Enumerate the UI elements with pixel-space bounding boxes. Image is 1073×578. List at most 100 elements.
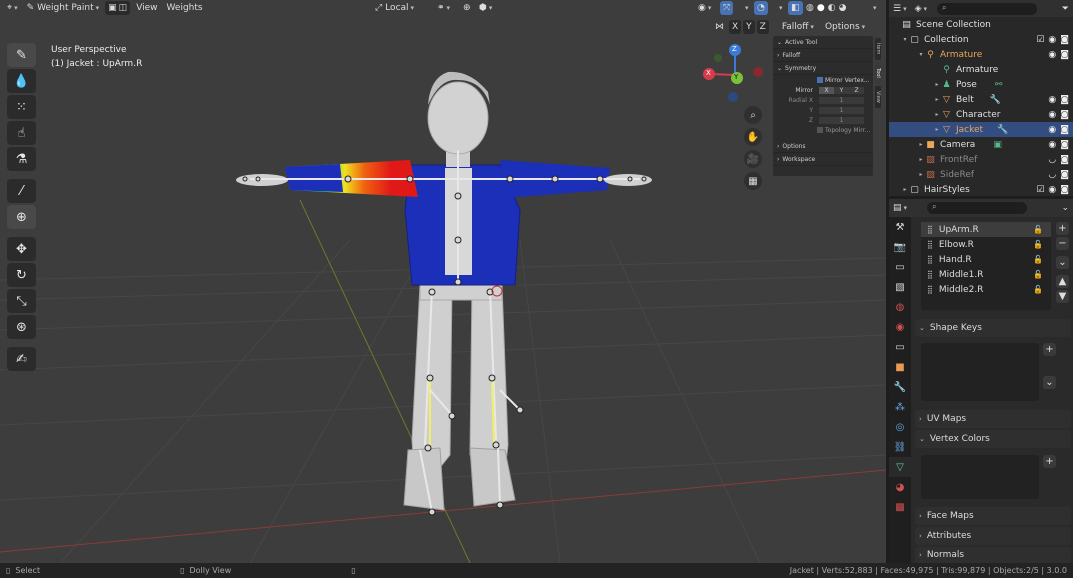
outliner-row-frontref[interactable]: ▸ ▨ FrontRef ◡ ◙ (889, 152, 1073, 167)
overlay-toggle[interactable]: ◔ (754, 1, 768, 15)
radial-z-field[interactable]: 1 (819, 116, 864, 124)
falloff-dropdown[interactable]: Falloff ▾ (779, 20, 817, 34)
tab-tool-props[interactable]: ⚒ (889, 217, 911, 237)
tab-object[interactable]: ■ (889, 357, 911, 377)
cursor-tool[interactable]: ⊕ (7, 205, 36, 229)
link-dropdown[interactable]: ⚭ ▾ (434, 1, 453, 15)
camera-icon[interactable]: ◙ (1060, 35, 1069, 45)
outliner-row-jacket[interactable]: ▸ ▽ Jacket 🔧 ◉ ◙ (889, 122, 1073, 137)
outliner-row-camera[interactable]: ▸ ■ Camera ▣ ◉ ◙ (889, 137, 1073, 152)
blur-tool[interactable]: 💧 (7, 69, 36, 93)
transform-tool[interactable]: ⊛ (7, 315, 36, 339)
tab-collection[interactable]: ▭ (889, 337, 911, 357)
chevron-down-icon[interactable]: ⌄ (1061, 203, 1069, 213)
annotate-tool[interactable]: ✍ (7, 347, 36, 371)
topology-mirror-row[interactable]: Topology Mirr... (773, 125, 873, 135)
camera-icon[interactable]: ◙ (1060, 185, 1069, 195)
eye-icon[interactable]: ◉ (1048, 35, 1056, 45)
tab-texture[interactable]: ▩ (889, 497, 911, 517)
properties-search-input[interactable]: ⌕ (927, 202, 1028, 214)
material-shading-icon[interactable]: ◐ (828, 3, 836, 13)
proportional-dropdown[interactable]: ⬢ ▾ (476, 1, 495, 15)
move-up-button[interactable]: ▲ (1056, 275, 1069, 288)
eye-icon[interactable]: ◉ (1048, 125, 1056, 135)
gradient-tool[interactable]: ⁄ (7, 179, 36, 203)
lock-icon[interactable]: 🔓 (1033, 240, 1043, 249)
tab-view-layer[interactable]: ▧ (889, 277, 911, 297)
gizmo-dropdown[interactable]: ▾ (740, 1, 752, 15)
symmetry-section[interactable]: ⌄ Symmetry (773, 62, 873, 75)
properties-editor-icon[interactable]: ▤ (893, 203, 902, 213)
eye-icon[interactable]: ◉ (1048, 110, 1056, 120)
tab-physics[interactable]: ◎ (889, 417, 911, 437)
mirror-vertex-checkbox[interactable] (817, 77, 823, 83)
active-tool-section[interactable]: ⌄ Active Tool (773, 36, 873, 49)
add-shape-key-button[interactable]: + (1043, 343, 1056, 356)
menu-view[interactable]: View (133, 1, 160, 15)
vertex-groups-list[interactable]: ⣿ UpArm.R 🔓 ⣿ Elbow.R 🔓 ⣿ Hand.R 🔓 ⣿ Middle1.R 🔓… (921, 222, 1051, 310)
face-maps-panel-header[interactable]: › Face Maps (915, 507, 1071, 525)
orientation-dropdown[interactable]: ⤢ Local ▾ (372, 1, 417, 15)
outliner-row-pose[interactable]: ▸ ♟ Pose ⚯ (889, 77, 1073, 92)
uv-maps-panel-header[interactable]: › UV Maps (915, 410, 1071, 428)
options-section[interactable]: › Options (773, 140, 873, 153)
list-item[interactable]: ⣿ Middle2.R 🔓 (921, 282, 1051, 297)
snap-toggle[interactable]: ⊕ (460, 1, 474, 15)
tab-scene[interactable]: ◍ (889, 297, 911, 317)
tab-output[interactable]: ▭ (889, 257, 911, 277)
camera-icon[interactable]: ◙ (1060, 155, 1069, 165)
outliner-row-belt[interactable]: ▸ ▽ Belt 🔧 ◉ ◙ (889, 92, 1073, 107)
add-vertex-color-button[interactable]: + (1043, 455, 1056, 468)
rotate-tool[interactable]: ↻ (7, 263, 36, 287)
radial-y-field[interactable]: 1 (819, 106, 864, 114)
falloff-section[interactable]: › Falloff (773, 49, 873, 62)
tab-item[interactable]: Item (875, 38, 881, 60)
camera-icon[interactable]: ◙ (1060, 50, 1069, 60)
outliner-row-character[interactable]: ▸ ▽ Character ◉ ◙ (889, 107, 1073, 122)
checkbox-icon[interactable]: ☑ (1036, 185, 1044, 195)
mirror-z-button[interactable]: Z (756, 20, 769, 34)
overlay-dropdown[interactable]: ▾ (774, 1, 786, 15)
lock-icon[interactable]: 🔓 (1033, 270, 1043, 279)
topology-mirror-checkbox[interactable] (817, 127, 823, 133)
outliner-row-armature-data[interactable]: ⚲ Armature (889, 62, 1073, 77)
mirror-z-toggle[interactable]: Z (849, 86, 864, 94)
vertex-group-specials-button[interactable]: ⌄ (1056, 256, 1069, 269)
checkbox-icon[interactable]: ☑ (1036, 35, 1044, 45)
visibility-dropdown[interactable]: ◉ ▾ (695, 1, 714, 15)
outliner-search-input[interactable]: ⌕ (937, 2, 1038, 15)
options-dropdown[interactable]: Options ▾ (822, 20, 868, 34)
gizmo-toggle[interactable]: ⤧ (720, 1, 734, 15)
camera-icon[interactable]: ◙ (1060, 110, 1069, 120)
shape-keys-panel-header[interactable]: ⌄ Shape Keys (915, 319, 1071, 337)
sample-weight-tool[interactable]: ⚗ (7, 147, 36, 171)
eye-icon[interactable]: ◉ (1048, 185, 1056, 195)
rendered-shading-icon[interactable]: ◕ (839, 3, 847, 13)
outliner-row-scene-collection[interactable]: ▤ Scene Collection (889, 17, 1073, 32)
draw-tool[interactable]: ✎ (7, 43, 36, 67)
move-tool[interactable]: ✥ (7, 237, 36, 261)
camera-icon[interactable]: ◙ (1060, 140, 1069, 150)
tab-constraints[interactable]: ⛓ (889, 437, 911, 457)
list-item[interactable]: ⣿ Middle1.R 🔓 (921, 267, 1051, 282)
tab-particles[interactable]: ⁂ (889, 397, 911, 417)
scale-tool[interactable]: ⤡ (7, 289, 36, 313)
tab-material[interactable]: ◕ (889, 477, 911, 497)
camera-view-button[interactable]: 🎥 (744, 150, 762, 168)
smear-tool[interactable]: ☝ (7, 121, 36, 145)
list-item[interactable]: ⣿ Hand.R 🔓 (921, 252, 1051, 267)
shape-key-specials-button[interactable]: ⌄ (1043, 376, 1056, 389)
solid-shading-icon[interactable]: ● (817, 3, 825, 13)
move-down-button[interactable]: ▼ (1056, 290, 1069, 303)
normals-panel-header[interactable]: › Normals (915, 547, 1071, 563)
camera-icon[interactable]: ◙ (1060, 95, 1069, 105)
camera-icon[interactable]: ◙ (1060, 170, 1069, 180)
shape-keys-list[interactable] (921, 343, 1039, 401)
lock-icon[interactable]: 🔓 (1033, 225, 1043, 234)
outliner-row-armature[interactable]: ▾ ⚲ Armature ◉ ◙ (889, 47, 1073, 62)
outliner-row-sideref[interactable]: ▸ ▨ SideRef ◡ ◙ (889, 167, 1073, 182)
xray-toggle[interactable]: ◧ (788, 1, 803, 15)
tab-tool[interactable]: Tool (875, 62, 881, 84)
eye-closed-icon[interactable]: ◡ (1048, 170, 1056, 180)
tab-data[interactable]: ▽ (889, 457, 911, 477)
